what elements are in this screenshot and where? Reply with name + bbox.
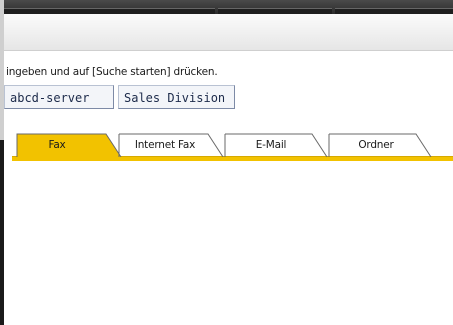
tab-email-label: E-Mail xyxy=(255,139,287,151)
tab-ordner-label: Ordner xyxy=(358,139,394,151)
left-edge-divider-light xyxy=(0,0,4,140)
tab-internet-fax[interactable]: Internet Fax xyxy=(118,133,224,157)
tab-fax[interactable]: Fax xyxy=(16,133,122,157)
division-field[interactable]: Sales Division xyxy=(118,85,235,109)
search-instruction: ingeben und auf [Suche starten] drücken. xyxy=(6,66,218,78)
title-area xyxy=(0,14,453,51)
tab-internet-fax-label: Internet Fax xyxy=(134,139,196,151)
tab-ordner[interactable]: Ordner xyxy=(328,133,432,157)
tab-fax-shape xyxy=(16,133,122,157)
server-field[interactable]: abcd-server xyxy=(4,85,114,109)
destination-tabs: Fax Internet Fax E-Mail Ordner xyxy=(0,125,453,165)
top-toolbar xyxy=(0,0,453,15)
tab-email[interactable]: E-Mail xyxy=(224,133,328,157)
tab-fax-label: Fax xyxy=(48,139,66,151)
